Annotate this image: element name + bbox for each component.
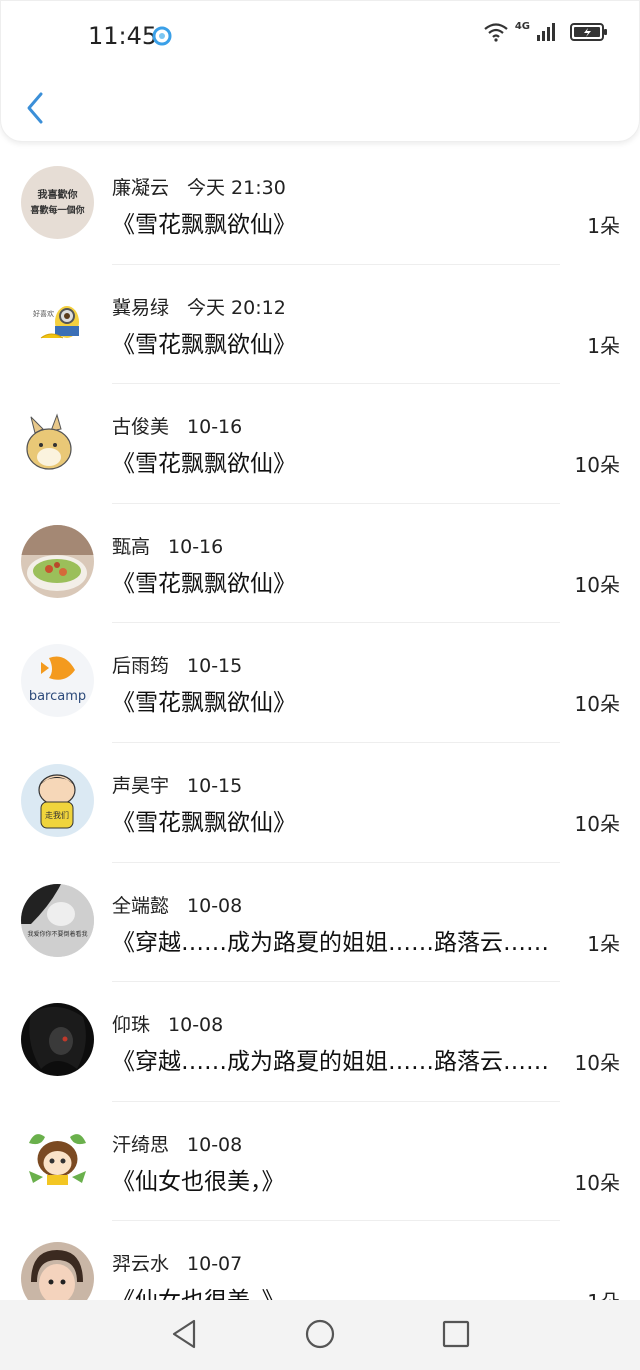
user-name: 全端懿 (112, 894, 170, 917)
user-name: 甄高 (112, 535, 151, 558)
user-name: 汗绮思 (112, 1133, 170, 1156)
gift-time: 10-08 (168, 1014, 224, 1037)
circle-home-icon (305, 1319, 335, 1349)
square-recents-icon (442, 1320, 470, 1348)
triangle-back-icon (172, 1319, 196, 1349)
network-type-label: 4G (514, 20, 530, 32)
avatar: 我爱你你不要倒着看我 (21, 883, 94, 957)
book-title: 《雪花飘飘欲仙》 (112, 451, 296, 478)
avatar-text: 喜歡每一個你 (30, 204, 84, 216)
user-name: 仰珠 (112, 1014, 151, 1037)
flower-count: 10朵 (574, 453, 620, 478)
avatar-text: 我爱你你不要倒着看我 (27, 930, 87, 938)
avatar (21, 1122, 94, 1196)
gift-time: 10-07 (187, 1253, 243, 1276)
avatar: 好喜欢 (21, 285, 94, 359)
list-item[interactable]: 我喜歡你 喜歡每一個你 廉凝云 今天 21:30 《雪花飘飘欲仙》 1朵 (0, 145, 640, 265)
flower-count: 1朵 (587, 333, 620, 358)
list-item[interactable]: 古俊美 10-16 《雪花飘飘欲仙》 10朵 (0, 384, 640, 504)
avatar (21, 1003, 94, 1077)
book-title: 《雪花飘飘欲仙》 (112, 809, 296, 836)
list-item[interactable]: 仰珠 10-08 《穿越……成为路夏的姐姐……路落云…… 10朵 (0, 982, 640, 1102)
list-item[interactable]: 走我们 声昊宇 10-15 《雪花飘飘欲仙》 10朵 (0, 743, 640, 863)
back-button[interactable] (22, 90, 48, 126)
user-name: 古俊美 (112, 416, 170, 439)
book-title: 《仙女也很美，》 (112, 1168, 285, 1195)
book-title: 《穿越……成为路夏的姐姐……路落云…… (112, 1049, 549, 1076)
gift-time: 10-16 (187, 416, 243, 439)
avatar: barcamp (21, 644, 94, 718)
user-name: 羿云水 (112, 1253, 170, 1276)
chevron-left-icon (27, 92, 43, 124)
book-title: 《雪花飘飘欲仙》 (112, 570, 296, 597)
gift-time: 10-15 (187, 774, 243, 797)
avatar (21, 1242, 94, 1300)
user-name: 声昊宇 (112, 774, 170, 797)
list-item[interactable]: 羿云水 10-07 《仙女也很美，》 1朵 (0, 1221, 640, 1300)
gift-time: 今天 21:30 (187, 177, 286, 199)
avatar: 我喜歡你 喜歡每一個你 (21, 166, 94, 239)
gift-time: 10-15 (187, 655, 243, 678)
status-indicators: 4G (483, 20, 608, 46)
nav-recents-button[interactable] (441, 1318, 471, 1354)
status-bar: 11:45 4G (0, 0, 640, 70)
gift-record-list[interactable]: 我喜歡你 喜歡每一個你 廉凝云 今天 21:30 《雪花飘飘欲仙》 1朵 好喜欢 … (0, 145, 640, 1300)
avatar-text: 好喜欢 (33, 309, 54, 318)
gift-time: 10-08 (187, 1133, 243, 1156)
signal-icon (536, 22, 556, 46)
flower-count: 10朵 (574, 572, 620, 597)
user-name: 冀易绿 (112, 296, 170, 319)
list-item[interactable]: 汗绮思 10-08 《仙女也很美，》 10朵 (0, 1102, 640, 1222)
flower-count: 1朵 (587, 931, 620, 956)
user-name: 廉凝云 (112, 177, 170, 199)
user-name: 后雨筠 (112, 655, 170, 678)
list-item[interactable]: 好喜欢 冀易绿 今天 20:12 《雪花飘飘欲仙》 1朵 (0, 265, 640, 385)
flower-count: 10朵 (574, 1051, 620, 1076)
nav-home-button[interactable] (304, 1318, 336, 1354)
book-title: 《雪花飘飘欲仙》 (112, 212, 296, 238)
wifi-icon (483, 22, 509, 46)
gift-time: 10-08 (187, 894, 243, 917)
flower-count: 10朵 (574, 692, 620, 717)
system-navigation-bar (0, 1300, 640, 1370)
avatar (21, 524, 94, 598)
status-time: 11:45 (88, 22, 158, 50)
gift-time: 今天 20:12 (187, 296, 286, 319)
flower-count: 1朵 (587, 214, 620, 238)
list-item[interactable]: barcamp 后雨筠 10-15 《雪花飘飘欲仙》 10朵 (0, 623, 640, 743)
avatar-text: 走我们 (45, 810, 69, 820)
battery-icon (570, 22, 608, 46)
list-item[interactable]: 甄高 10-16 《雪花飘飘欲仙》 10朵 (0, 504, 640, 624)
flower-count: 10朵 (574, 811, 620, 836)
book-title: 《雪花飘飘欲仙》 (112, 690, 296, 717)
avatar-text: barcamp (29, 689, 86, 704)
list-item[interactable]: 我爱你你不要倒着看我 全端懿 10-08 《穿越……成为路夏的姐姐……路落云…… … (0, 863, 640, 983)
avatar-text: 我喜歡你 (38, 188, 78, 201)
avatar (21, 405, 94, 479)
app-notification-icon (152, 26, 172, 50)
flower-count: 1朵 (587, 1286, 620, 1300)
nav-back-button[interactable] (170, 1318, 198, 1354)
book-title: 《穿越……成为路夏的姐姐……路落云…… (112, 929, 549, 956)
gift-time: 10-16 (168, 535, 224, 558)
flower-count: 10朵 (574, 1170, 620, 1195)
book-title: 《雪花飘飘欲仙》 (112, 331, 296, 358)
avatar: 走我们 (21, 763, 94, 837)
book-title: 《仙女也很美，》 (112, 1281, 285, 1300)
